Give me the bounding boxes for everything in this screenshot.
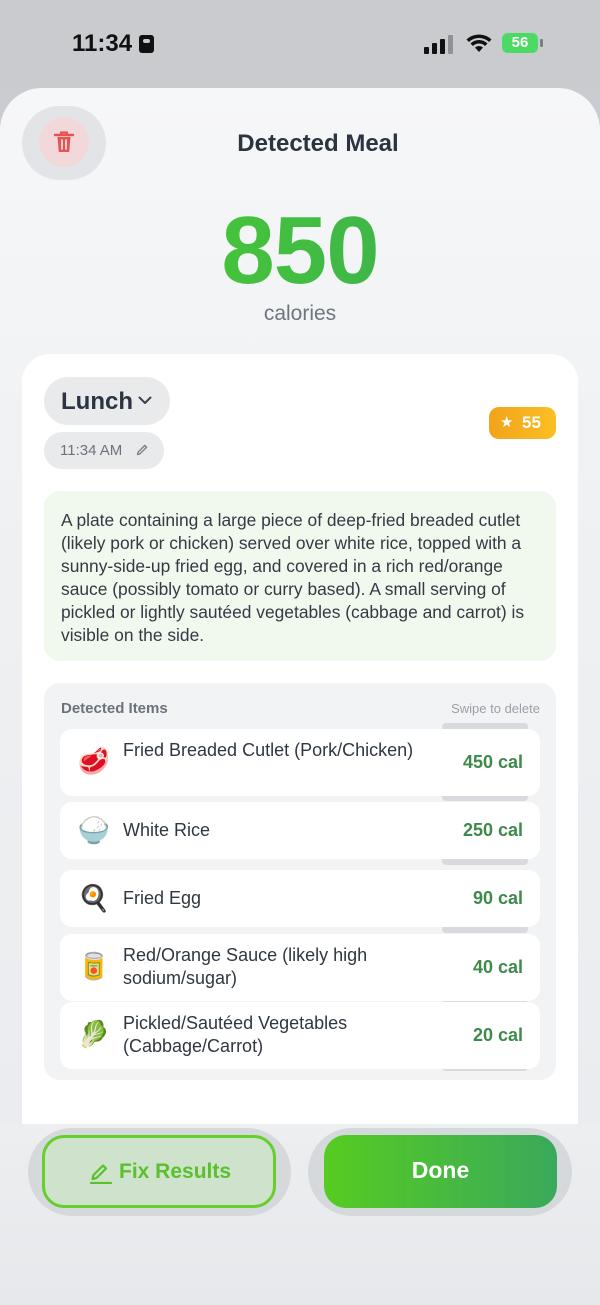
detected-item-row[interactable]: 🍚 White Rice 250 cal — [60, 802, 540, 859]
calories-unit-label: calories — [263, 302, 337, 325]
meal-time-editor[interactable]: 11:34 AM — [44, 432, 164, 469]
meal-time-label: 11:34 AM — [60, 442, 123, 459]
detected-item-calories: 90 cal — [472, 888, 523, 908]
wifi-icon — [466, 34, 492, 52]
health-score-value: 55 — [522, 413, 541, 432]
rice-bowl-icon: 🍚 — [77, 815, 111, 845]
detected-item-name: White Rice — [123, 820, 211, 840]
battery-cap — [540, 39, 543, 47]
meal-description: A plate containing a large piece of deep… — [44, 491, 556, 661]
detected-item-calories: 40 cal — [472, 957, 523, 977]
id-card-icon — [139, 35, 154, 53]
page-title: Detected Meal — [237, 130, 399, 157]
detected-item-name: Pickled/Sautéed Vegetables (Cabbage/Carr… — [123, 1013, 348, 1056]
pencil-icon — [89, 1164, 113, 1184]
detected-item-name: Fried Egg — [123, 888, 202, 908]
status-time: 11:34 — [72, 30, 133, 57]
canned-sauce-icon: 🥫 — [77, 951, 111, 981]
cellular-signal-icon — [424, 34, 454, 54]
health-score-badge: ★ 55 — [489, 407, 556, 439]
done-button[interactable]: Done — [324, 1135, 557, 1208]
fix-results-button[interactable]: Fix Results — [42, 1135, 276, 1208]
leafy-green-icon: 🥬 — [77, 1019, 111, 1049]
detected-item-row[interactable]: 🥬 Pickled/Sautéed Vegetables (Cabbage/Ca… — [60, 1002, 540, 1069]
calories-total: 850 — [0, 196, 600, 306]
detected-item-calories: 20 cal — [472, 1025, 523, 1045]
detected-item-name: Red/Orange Sauce (likely high sodium/sug… — [123, 945, 368, 988]
detected-item-row[interactable]: 🥩 Fried Breaded Cutlet (Pork/Chicken) 45… — [60, 729, 540, 796]
meat-icon: 🥩 — [77, 746, 111, 776]
detected-item-calories: 450 cal — [462, 752, 523, 772]
star-icon: ★ — [500, 414, 514, 431]
chevron-down-icon — [138, 396, 152, 404]
meal-type-dropdown[interactable]: Lunch — [44, 377, 170, 425]
detected-items-header: Detected Items — [61, 700, 168, 717]
detected-item-row[interactable]: 🍳 Fried Egg 90 cal — [60, 870, 540, 927]
fried-egg-icon: 🍳 — [77, 883, 111, 913]
detected-item-calories: 250 cal — [462, 820, 523, 840]
meal-type-label: Lunch — [61, 388, 133, 415]
done-label: Done — [411, 1157, 470, 1183]
battery-indicator: 56 — [502, 33, 538, 53]
fix-results-label: Fix Results — [119, 1160, 232, 1183]
detected-item-row[interactable]: 🥫 Red/Orange Sauce (likely high sodium/s… — [60, 934, 540, 1001]
status-bar: 11:34 56 — [0, 0, 600, 88]
detected-item-name: Fried Breaded Cutlet (Pork/Chicken) — [123, 740, 414, 760]
pencil-icon — [136, 444, 148, 456]
battery-level: 56 — [511, 34, 529, 51]
swipe-hint: Swipe to delete — [451, 701, 540, 716]
